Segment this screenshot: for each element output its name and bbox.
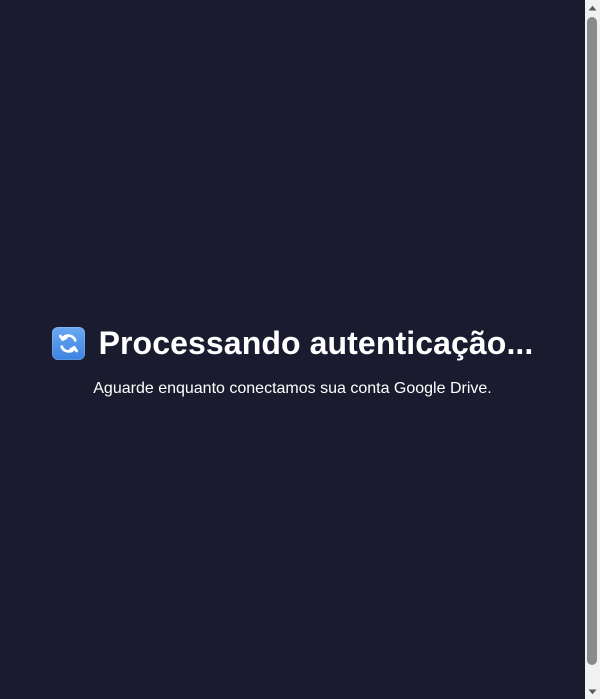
scroll-up-arrow-graphic xyxy=(588,5,597,10)
page-title: Processando autenticação... xyxy=(98,324,534,361)
arrows-counterclockwise-icon xyxy=(51,326,85,360)
title-row: Processando autenticação... xyxy=(0,322,585,364)
auth-page: Processando autenticação... Aguarde enqu… xyxy=(0,0,585,699)
scroll-down-arrow-graphic xyxy=(588,689,597,694)
auth-status-panel: Processando autenticação... Aguarde enqu… xyxy=(0,322,585,398)
vertical-scrollbar[interactable] xyxy=(585,0,600,699)
status-message: Aguarde enquanto conectamos sua conta Go… xyxy=(93,380,492,397)
scroll-up-arrow-icon[interactable] xyxy=(585,0,600,15)
scrollbar-thumb[interactable] xyxy=(587,17,597,665)
scroll-down-arrow-icon[interactable] xyxy=(585,684,600,699)
refresh-arrows-icon-graphic xyxy=(58,333,78,353)
